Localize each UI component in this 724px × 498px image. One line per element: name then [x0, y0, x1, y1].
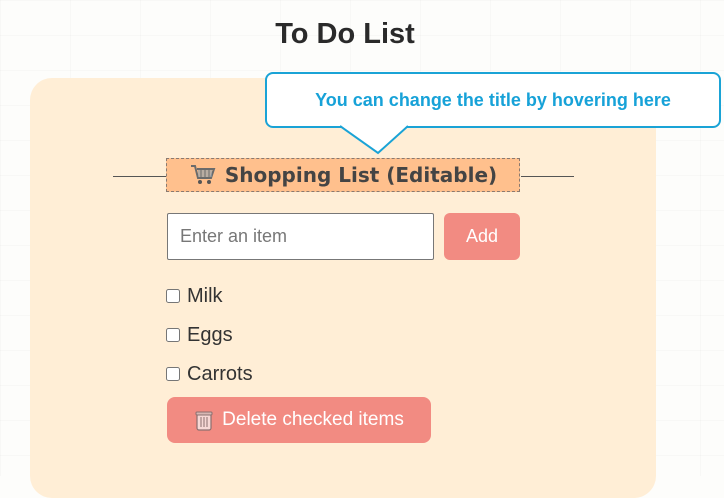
list-title-row: Shopping List (Editable) — [113, 158, 574, 194]
item-checkbox[interactable] — [166, 328, 180, 342]
item-label: Milk — [187, 284, 223, 307]
editable-list-title[interactable]: Shopping List (Editable) — [166, 158, 520, 192]
item-checkbox[interactable] — [166, 367, 180, 381]
trash-icon — [194, 409, 214, 431]
title-divider-right — [521, 176, 574, 177]
add-button[interactable]: Add — [444, 213, 520, 260]
item-checkbox[interactable] — [166, 289, 180, 303]
page-title: To Do List — [275, 18, 415, 50]
delete-button-label: Delete checked items — [222, 409, 404, 430]
list-item[interactable]: Eggs — [166, 322, 366, 348]
item-label: Eggs — [187, 323, 233, 346]
hover-hint-tooltip: You can change the title by hovering her… — [265, 72, 721, 128]
tooltip-pointer — [340, 125, 409, 155]
delete-checked-button[interactable]: Delete checked items — [167, 397, 431, 443]
tooltip-text: You can change the title by hovering her… — [315, 89, 671, 110]
shopping-cart-icon — [189, 163, 217, 187]
list-title-text: Shopping List (Editable) — [224, 163, 498, 187]
title-divider-left — [113, 176, 166, 177]
list-item[interactable]: Milk — [166, 283, 366, 309]
item-input[interactable] — [167, 213, 434, 260]
list-item[interactable]: Carrots — [166, 361, 366, 387]
item-label: Carrots — [187, 362, 253, 385]
